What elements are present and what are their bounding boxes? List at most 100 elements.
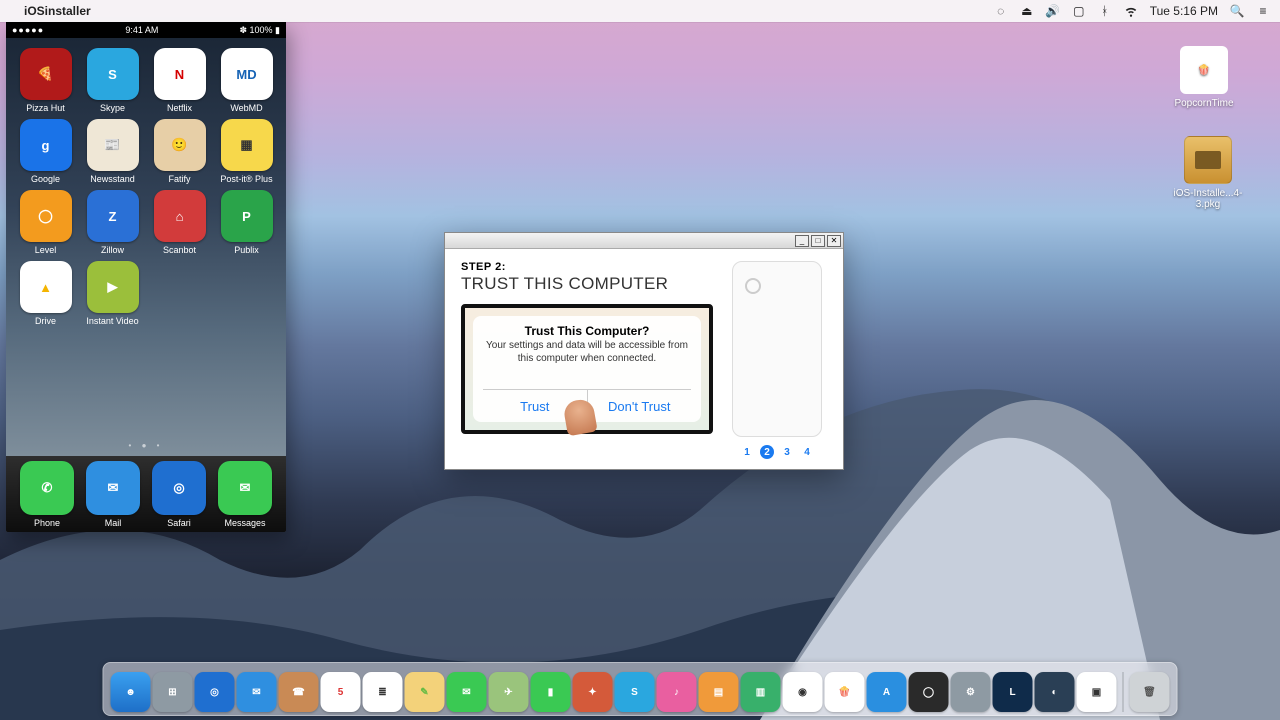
app-label: Newsstand — [81, 174, 144, 184]
dock-item-iosinstaller[interactable]: ▣ — [1077, 672, 1117, 712]
package-icon — [1184, 136, 1232, 184]
iphone-app-post-it-plus[interactable]: ▦Post-it® Plus — [215, 119, 278, 184]
dock-item-messages[interactable]: ✉ — [447, 672, 487, 712]
dock-item-appstore[interactable]: A — [867, 672, 907, 712]
iphone-app-scanbot[interactable]: ⌂Scanbot — [148, 190, 211, 255]
close-button[interactable]: ✕ — [827, 235, 841, 247]
dock-item-photobooth[interactable]: ✦ — [573, 672, 613, 712]
dock-item-calendar[interactable]: 5 — [321, 672, 361, 712]
dock-item-ibooks[interactable]: ▤ — [699, 672, 739, 712]
dock-separator — [1123, 672, 1124, 712]
dock-item-sysprefs[interactable]: ⚙ — [951, 672, 991, 712]
app-icon: 🙂 — [154, 119, 206, 171]
dock-item-trash[interactable]: 🗑 — [1130, 672, 1170, 712]
page-indicator[interactable]: • ● • — [6, 441, 286, 450]
spotlight-icon[interactable]: 🔍 — [1230, 4, 1244, 18]
iphone-app-newsstand[interactable]: 📰 Newsstand — [81, 119, 144, 184]
window-titlebar[interactable]: _ □ ✕ — [445, 233, 843, 249]
volume-icon[interactable]: 🔊 — [1046, 4, 1060, 18]
signal-dots-icon: ●●●●● — [12, 25, 44, 35]
app-icon: 📰 — [87, 119, 139, 171]
iphone-dock-phone[interactable]: ✆ Phone — [20, 461, 74, 528]
dock-item-mail[interactable]: ✉ — [237, 672, 277, 712]
iphone-app-instant-video[interactable]: ▶Instant Video — [81, 261, 144, 326]
airplay-icon[interactable]: ▢ — [1072, 4, 1086, 18]
iphone-app-skype[interactable]: S Skype — [81, 48, 144, 113]
wifi-icon[interactable] — [1124, 4, 1138, 18]
dock-item-reminders[interactable]: ≣ — [363, 672, 403, 712]
app-icon: ✉ — [218, 461, 272, 515]
step-dot-4[interactable]: 4 — [800, 445, 814, 459]
app-icon: Z — [87, 190, 139, 242]
options-status-icon[interactable]: ◌ — [994, 4, 1008, 18]
dock-item-finder[interactable]: ☻ — [111, 672, 151, 712]
step-dot-1[interactable]: 1 — [740, 445, 754, 459]
app-label: Zillow — [81, 245, 144, 255]
desktop-icon-popcorntime[interactable]: 🍿 PopcornTime — [1168, 46, 1240, 109]
app-label: Drive — [14, 316, 77, 326]
iphone-home-screen: 🍕Pizza HutS Skype NNetflixMDWebMD gGoogle📰 N… — [6, 38, 286, 456]
menubar-clock[interactable]: Tue 5:16 PM — [1150, 4, 1218, 18]
iphone-back-illustration — [732, 261, 822, 437]
dont-trust-button[interactable]: Don't Trust — [588, 390, 692, 422]
app-label: Netflix — [148, 103, 211, 113]
iphone-app-fatify[interactable]: 🙂Fatify — [148, 119, 211, 184]
trust-prompt-illustration: Trust This Computer? Your settings and d… — [461, 304, 713, 434]
app-icon: P — [221, 190, 273, 242]
dock-item-facetime[interactable]: ▮ — [531, 672, 571, 712]
prompt-description: Your settings and data will be accessibl… — [483, 340, 691, 365]
dock-item-popcorn[interactable]: 🍿 — [825, 672, 865, 712]
iphone-dock-mail[interactable]: ✉ Mail — [86, 461, 140, 528]
app-label: Skype — [81, 103, 144, 113]
app-label: Phone — [20, 518, 74, 528]
bluetooth-icon[interactable]: ᚼ — [1098, 4, 1112, 18]
popcorn-icon: 🍿 — [1180, 46, 1228, 94]
step-dot-3[interactable]: 3 — [780, 445, 794, 459]
iphone-dock-messages[interactable]: ✉Messages — [218, 461, 272, 528]
app-icon: 🍕 — [20, 48, 72, 100]
iphone-app-netflix[interactable]: NNetflix — [148, 48, 211, 113]
notification-center-icon[interactable]: ≡ — [1256, 4, 1270, 18]
app-label: Safari — [152, 518, 206, 528]
dock-item-game-l[interactable]: L — [993, 672, 1033, 712]
dock-item-maps[interactable]: ✈ — [489, 672, 529, 712]
app-label: Mail — [86, 518, 140, 528]
iphone-app-pizza-hut[interactable]: 🍕Pizza Hut — [14, 48, 77, 113]
iphone-app-level[interactable]: ◯Level — [14, 190, 77, 255]
iphone-mirror-window: ●●●●● 9:41 AM ✽ 100% ▮ 🍕Pizza HutSSkypeN… — [6, 22, 286, 532]
app-icon: S — [87, 48, 139, 100]
step-pager: 1234 — [740, 445, 814, 459]
prompt-title: Trust This Computer? — [525, 324, 650, 338]
app-icon: ▶ — [87, 261, 139, 313]
iphone-app-publix[interactable]: PPublix — [215, 190, 278, 255]
maximize-button[interactable]: □ — [811, 235, 825, 247]
dock-item-numbers[interactable]: ▥ — [741, 672, 781, 712]
eject-icon[interactable]: ⏏ — [1020, 4, 1034, 18]
minimize-button[interactable]: _ — [795, 235, 809, 247]
dock-item-chrome[interactable]: ◉ — [783, 672, 823, 712]
iphone-dock: ✆ Phone ✉ Mail ◎ Safari ✉Messages — [6, 456, 286, 532]
desktop-icon-ios-installer-pkg[interactable]: iOS-Installe...4-3.pkg — [1172, 136, 1244, 210]
dock-item-obs[interactable]: ◯ — [909, 672, 949, 712]
app-icon: ⌂ — [154, 190, 206, 242]
dock-item-skype[interactable]: S — [615, 672, 655, 712]
iphone-app-drive[interactable]: ▲Drive — [14, 261, 77, 326]
dock-item-steam[interactable]: ◐ — [1035, 672, 1075, 712]
iphone-dock-safari[interactable]: ◎ Safari — [152, 461, 206, 528]
iphone-app-google[interactable]: gGoogle — [14, 119, 77, 184]
dock-item-contacts[interactable]: ☎ — [279, 672, 319, 712]
dock-item-safari[interactable]: ◎ — [195, 672, 235, 712]
iphone-app-zillow[interactable]: Z Zillow — [81, 190, 144, 255]
app-icon: ✉ — [86, 461, 140, 515]
app-icon: ✆ — [20, 461, 74, 515]
macos-menubar: iOSinstaller ◌ ⏏ 🔊 ▢ ᚼ Tue 5:16 PM 🔍 ≡ — [0, 0, 1280, 22]
dock-item-itunes[interactable]: ♪ — [657, 672, 697, 712]
dock-item-launchpad[interactable]: ⊞ — [153, 672, 193, 712]
app-icon: ◎ — [152, 461, 206, 515]
dock-item-notes[interactable]: ✎ — [405, 672, 445, 712]
step-dot-2[interactable]: 2 — [760, 445, 774, 459]
macos-dock: ☻⊞◎✉☎5≣✎✉✈▮✦S♪▤▥◉🍿A◯⚙L◐▣🗑 — [103, 662, 1178, 716]
app-icon: g — [20, 119, 72, 171]
menubar-app-name[interactable]: iOSinstaller — [24, 4, 91, 18]
iphone-app-webmd[interactable]: MDWebMD — [215, 48, 278, 113]
